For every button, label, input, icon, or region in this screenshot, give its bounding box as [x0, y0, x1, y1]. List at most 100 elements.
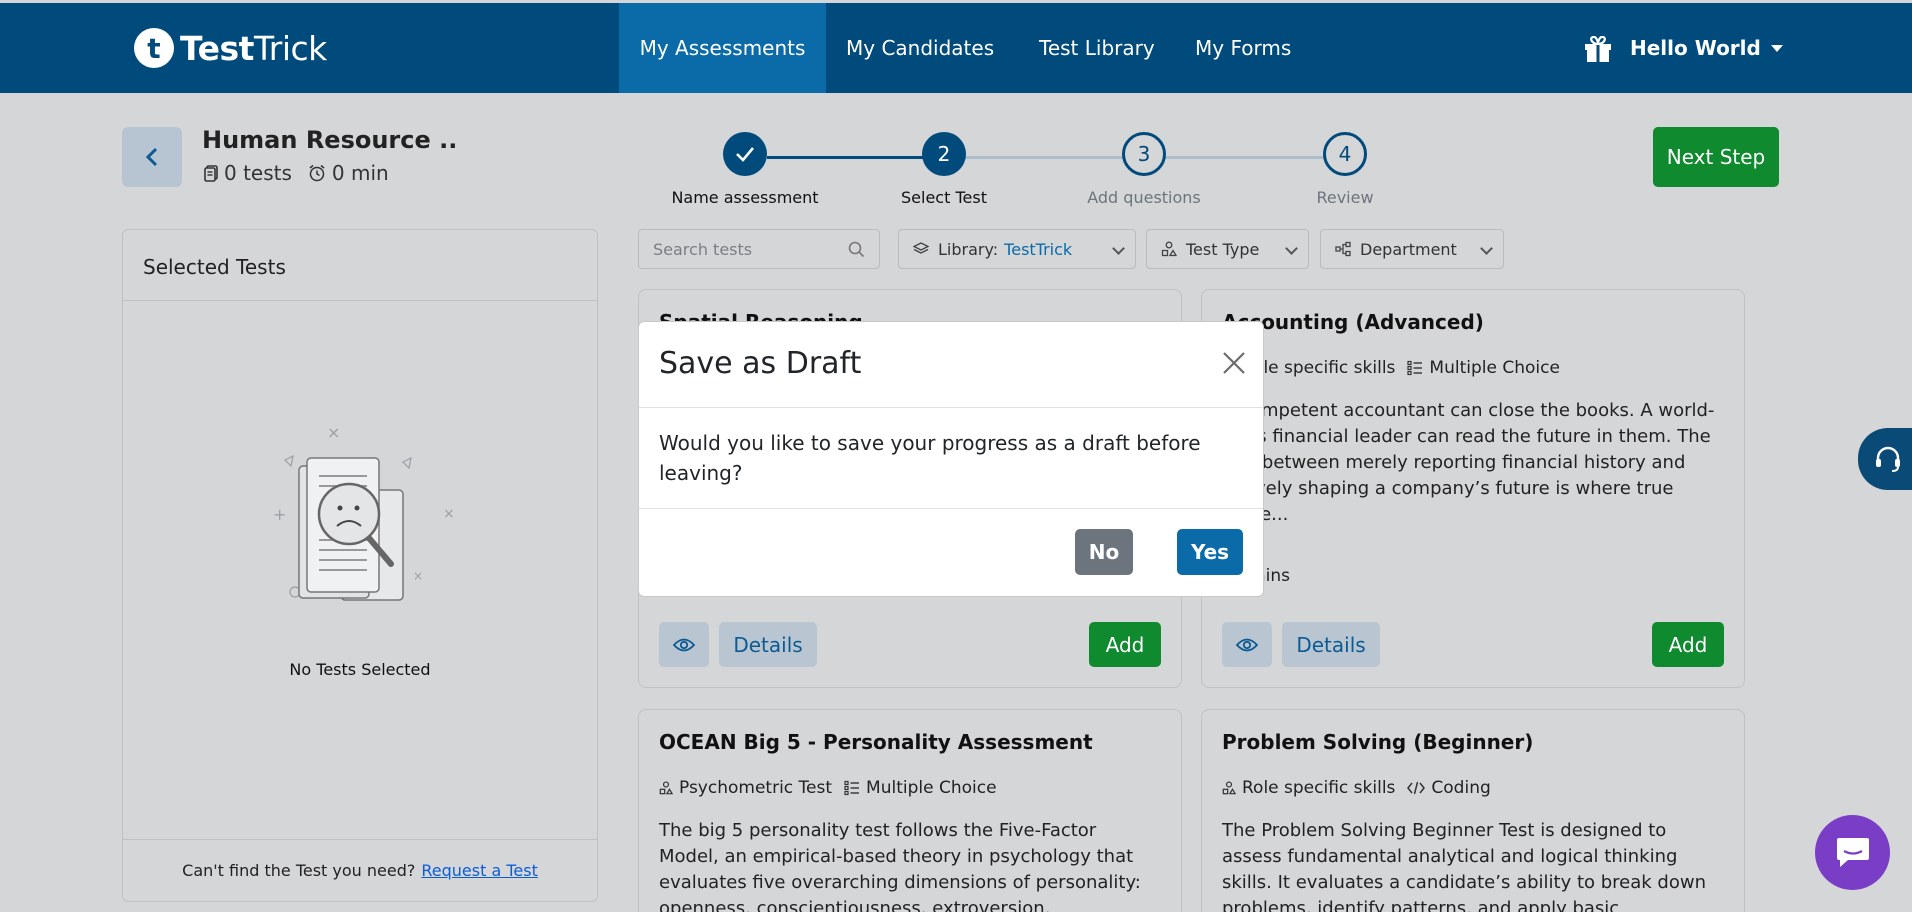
- test-card-description: The Problem Solving Beginner Test is des…: [1222, 820, 1706, 912]
- list-icon: [1407, 360, 1423, 376]
- request-test-footer: Can't find the Test you need? Request a …: [123, 839, 597, 901]
- test-card-description: A competent accountant can close the boo…: [1222, 400, 1715, 525]
- brand-logo[interactable]: t TestTrick: [134, 28, 327, 68]
- back-button[interactable]: [122, 127, 182, 187]
- details-button[interactable]: Details: [1282, 622, 1380, 667]
- step-3-label: Add questions: [1087, 188, 1201, 207]
- test-card-tags: Role specific skills Coding: [1222, 778, 1503, 798]
- test-card-tags: Psychometric Test Multiple Choice: [659, 778, 1009, 798]
- preview-button[interactable]: [659, 622, 709, 667]
- request-test-link[interactable]: Request a Test: [421, 861, 537, 880]
- chevron-left-icon: [145, 147, 158, 167]
- modal-title: Save as Draft: [659, 346, 862, 381]
- alarm-clock-icon: [309, 164, 325, 182]
- step-2-label: Select Test: [901, 188, 987, 207]
- eye-icon: [673, 638, 695, 651]
- selected-tests-title: Selected Tests: [123, 230, 597, 301]
- modal-header: Save as Draft: [639, 322, 1263, 408]
- chat-icon: [1836, 837, 1869, 867]
- department-select[interactable]: Department: [1320, 229, 1504, 269]
- eye-icon: [1236, 638, 1258, 651]
- modal-body: Would you like to save your progress as …: [639, 408, 1263, 509]
- category-tag: Psychometric Test: [659, 778, 832, 798]
- search-tests-input[interactable]: Search tests: [638, 229, 880, 269]
- assessment-meta: 0 tests 0 min: [204, 161, 389, 185]
- modal-footer: No Yes: [639, 509, 1263, 597]
- step-4: 4: [1323, 132, 1367, 176]
- assessment-title: Human Resource ..: [202, 126, 458, 154]
- check-icon: [736, 147, 754, 162]
- svg-text:×: ×: [443, 506, 455, 522]
- chevron-down-icon: [1285, 242, 1298, 255]
- chevron-down-icon: [1480, 242, 1493, 255]
- step-1-done: [723, 132, 767, 176]
- department-label: Department: [1360, 239, 1457, 259]
- step-3: 3: [1122, 132, 1166, 176]
- test-card-description: The big 5 personality test follows the F…: [659, 820, 1141, 912]
- shapes-icon: [659, 781, 673, 795]
- stepper-line: [965, 156, 1145, 159]
- library-select[interactable]: Library: TestTrick: [898, 229, 1136, 269]
- duration: 0 min: [331, 161, 389, 185]
- nav-my-forms[interactable]: My Forms: [1195, 3, 1291, 93]
- yes-button[interactable]: Yes: [1177, 529, 1243, 575]
- chevron-down-icon: [1112, 242, 1125, 255]
- caret-down-icon: [1770, 44, 1783, 52]
- logo-mark: t: [134, 28, 174, 68]
- nav-test-library[interactable]: Test Library: [1039, 3, 1155, 93]
- list-icon: [844, 780, 860, 796]
- chat-widget-button[interactable]: [1815, 815, 1890, 890]
- add-button[interactable]: Add: [1089, 622, 1161, 667]
- step-1-label: Name assessment: [671, 188, 819, 207]
- test-card: Problem Solving (Beginner) Role specific…: [1201, 709, 1745, 912]
- code-icon: [1407, 781, 1426, 795]
- user-menu[interactable]: Hello World: [1630, 3, 1783, 93]
- type-tag: Coding: [1407, 778, 1491, 798]
- preview-button[interactable]: [1222, 622, 1272, 667]
- shapes-icon: [1161, 241, 1177, 257]
- type-tag: Multiple Choice: [844, 778, 997, 798]
- org-chart-icon: [1335, 241, 1351, 257]
- footer-text: Can't find the Test you need?: [182, 861, 416, 880]
- close-icon[interactable]: [1221, 350, 1247, 376]
- library-value: TestTrick: [1004, 239, 1073, 259]
- test-card-tags: Role specific skills Multiple Choice: [1222, 358, 1572, 378]
- step-2-current: 2: [922, 132, 966, 176]
- test-type-label: Test Type: [1186, 239, 1260, 259]
- svg-text:×: ×: [327, 423, 340, 442]
- selected-tests-panel: Selected Tests × + × × No Tests Selected…: [122, 229, 598, 902]
- empty-state-illustration: × + × ×: [273, 423, 455, 601]
- document-icon: [204, 164, 218, 182]
- add-button[interactable]: Add: [1652, 622, 1724, 667]
- svg-text:+: +: [273, 505, 286, 524]
- nav-my-candidates[interactable]: My Candidates: [846, 3, 994, 93]
- test-card-title: OCEAN Big 5 - Personality Assessment: [659, 730, 1093, 754]
- no-tests-text: No Tests Selected: [289, 660, 431, 679]
- headset-icon: [1876, 446, 1900, 472]
- stepper-line-complete: [767, 156, 945, 159]
- tests-count: 0 tests: [224, 161, 292, 185]
- search-icon: [848, 241, 865, 258]
- test-card: Accounting (Advanced) Role specific skil…: [1201, 289, 1745, 688]
- gift-icon[interactable]: [1584, 36, 1612, 62]
- test-type-select[interactable]: Test Type: [1146, 229, 1309, 269]
- shapes-icon: [1222, 781, 1236, 795]
- logo-text: TestTrick: [180, 28, 327, 68]
- search-placeholder: Search tests: [653, 239, 753, 259]
- user-name: Hello World: [1630, 36, 1761, 60]
- next-step-button[interactable]: Next Step: [1653, 127, 1779, 187]
- category-tag: Role specific skills: [1222, 778, 1395, 798]
- layers-icon: [913, 242, 929, 254]
- save-draft-modal: Save as Draft Would you like to save you…: [638, 321, 1264, 597]
- svg-text:×: ×: [413, 569, 423, 583]
- type-tag: Multiple Choice: [1407, 358, 1560, 378]
- no-button[interactable]: No: [1075, 529, 1133, 575]
- support-tab[interactable]: [1858, 428, 1912, 490]
- details-button[interactable]: Details: [719, 622, 817, 667]
- test-card: OCEAN Big 5 - Personality Assessment Psy…: [638, 709, 1182, 912]
- nav-my-assessments[interactable]: My Assessments: [619, 3, 826, 93]
- test-card-title: Problem Solving (Beginner): [1222, 730, 1534, 754]
- library-label: Library:: [938, 239, 999, 259]
- stepper-line: [1165, 156, 1345, 159]
- top-navbar: t TestTrick My Assessments My Candidates…: [0, 3, 1912, 93]
